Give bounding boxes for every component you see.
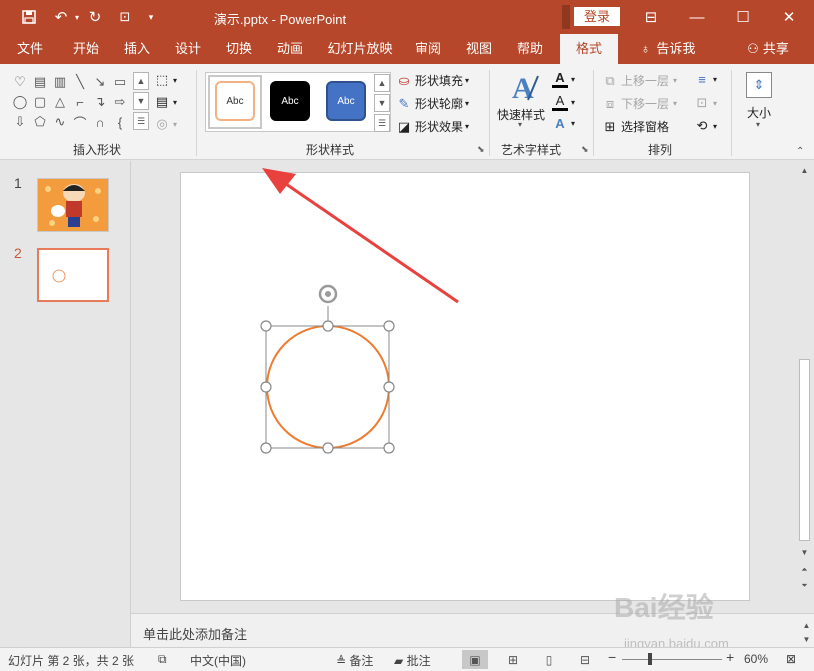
resize-handle-top-left[interactable] [260,320,272,332]
vertical-scrollbar[interactable]: ▲ ▼ ⏶ ⏷ [797,161,814,613]
resize-handle-top[interactable] [322,320,334,332]
resize-handle-bottom-right[interactable] [383,442,395,454]
powerpoint-window: ↶ ▾ ↻ ⊡ ▾ 演示.pptx - PowerPoint 登录 ⊟ — ☐ … [0,0,814,671]
resize-handle-top-right[interactable] [383,320,395,332]
resize-handle-right[interactable] [383,381,395,393]
slide-sorter-view-icon[interactable]: ⊞ [500,650,526,669]
notes-toggle-label: 备注 [349,654,374,668]
baidu-watermark: Bai经验 [614,592,714,623]
notes-scroll-up-icon[interactable]: ▲ [799,618,814,632]
zoom-out-icon[interactable]: − [608,649,616,665]
rotate-handle-icon[interactable] [318,284,338,304]
notes-toggle-button[interactable]: ≜ 备注 [336,652,373,669]
scroll-up-icon[interactable]: ▲ [797,163,812,177]
red-annotation-arrow [262,168,459,304]
zoom-slider-thumb[interactable] [648,653,652,665]
normal-view-icon[interactable]: ▣ [462,650,488,669]
notes-scroll-down-icon[interactable]: ▼ [799,632,814,646]
status-bar: 幻灯片 第 2 张，共 2 张 ⧉ 中文(中国) ≜ 备注 ▰ 批注 ▣ ⊞ ▯… [0,647,814,671]
reading-view-icon[interactable]: ▯ [536,650,562,669]
language-status[interactable]: 中文(中国) [190,652,246,669]
resize-handle-bottom-left[interactable] [260,442,272,454]
fit-to-window-icon[interactable]: ⊠ [786,652,796,666]
notes-icon: ≜ [336,654,347,668]
spelling-check-icon[interactable]: ⧉ [158,652,167,667]
resize-handle-left[interactable] [260,381,272,393]
zoom-in-icon[interactable]: + [726,649,734,665]
slide-overlay [260,168,459,454]
scroll-thumb[interactable] [799,359,810,541]
resize-handle-bottom[interactable] [322,442,334,454]
scroll-down-icon[interactable]: ▼ [797,545,812,559]
zoom-slider-track[interactable] [622,659,722,660]
comments-toggle-button[interactable]: ▰ 批注 [394,652,431,669]
comment-icon: ▰ [394,654,404,668]
slide-count-status: 幻灯片 第 2 张，共 2 张 [8,654,135,668]
slideshow-view-icon[interactable]: ⊟ [572,650,598,669]
zoom-level[interactable]: 60% [744,652,768,666]
notes-placeholder[interactable]: 单击此处添加备注 [143,624,247,643]
previous-slide-icon[interactable]: ⏶ [797,563,812,577]
next-slide-icon[interactable]: ⏷ [797,579,812,593]
selected-circle-shape[interactable] [266,325,390,449]
comments-toggle-label: 批注 [406,654,431,668]
